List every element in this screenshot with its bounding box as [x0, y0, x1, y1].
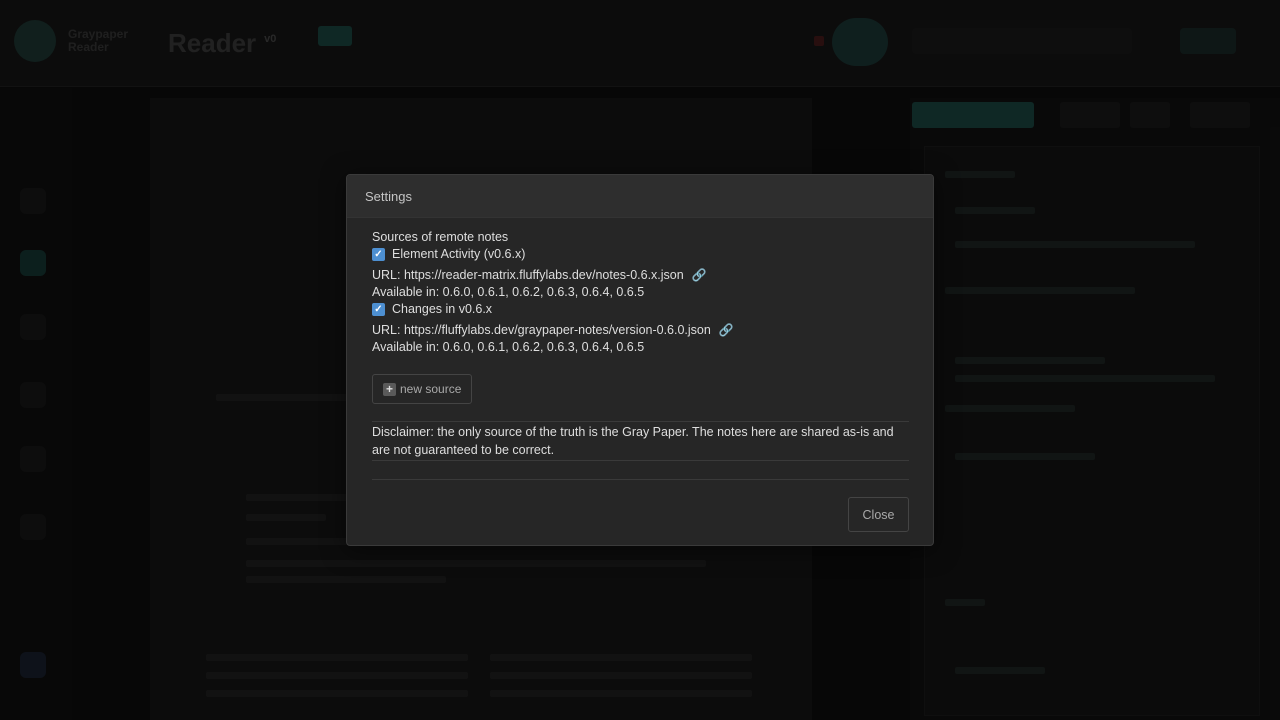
source-name: Element Activity (v0.6.x) [392, 247, 526, 261]
link-icon[interactable]: 🔗 [719, 322, 734, 339]
add-source-label: new source [400, 382, 462, 396]
close-button[interactable]: Close [848, 497, 909, 532]
source-toggle-row[interactable]: ✓ Element Activity (v0.6.x) [372, 246, 909, 263]
source-url: URL: https://reader-matrix.fluffylabs.de… [372, 268, 684, 282]
settings-dialog: Settings Sources of remote notes ✓ Eleme… [346, 174, 934, 546]
dialog-body: Sources of remote notes ✓ Element Activi… [347, 218, 933, 480]
source-checkbox[interactable]: ✓ [372, 248, 385, 261]
dialog-header: Settings [347, 175, 933, 218]
add-source-button[interactable]: + new source [372, 374, 473, 404]
source-availability: Available in: 0.6.0, 0.6.1, 0.6.2, 0.6.3… [372, 340, 645, 354]
disclaimer-text: Disclaimer: the only source of the truth… [372, 421, 909, 461]
source-item: ✓ Changes in v0.6.x URL: https://fluffyl… [372, 301, 909, 356]
source-item: ✓ Element Activity (v0.6.x) URL: https:/… [372, 246, 909, 301]
source-url-row: URL: https://reader-matrix.fluffylabs.de… [372, 267, 909, 284]
source-name: Changes in v0.6.x [392, 302, 493, 316]
divider [372, 479, 909, 480]
plus-icon: + [383, 382, 396, 396]
source-checkbox[interactable]: ✓ [372, 303, 385, 316]
source-url: URL: https://fluffylabs.dev/graypaper-no… [372, 323, 711, 337]
source-toggle-row[interactable]: ✓ Changes in v0.6.x [372, 301, 909, 318]
source-availability: Available in: 0.6.0, 0.6.1, 0.6.2, 0.6.3… [372, 285, 645, 299]
link-icon[interactable]: 🔗 [692, 267, 707, 284]
section-title: Sources of remote notes [372, 230, 509, 244]
dialog-title: Settings [365, 188, 412, 204]
source-url-row: URL: https://fluffylabs.dev/graypaper-no… [372, 322, 909, 339]
